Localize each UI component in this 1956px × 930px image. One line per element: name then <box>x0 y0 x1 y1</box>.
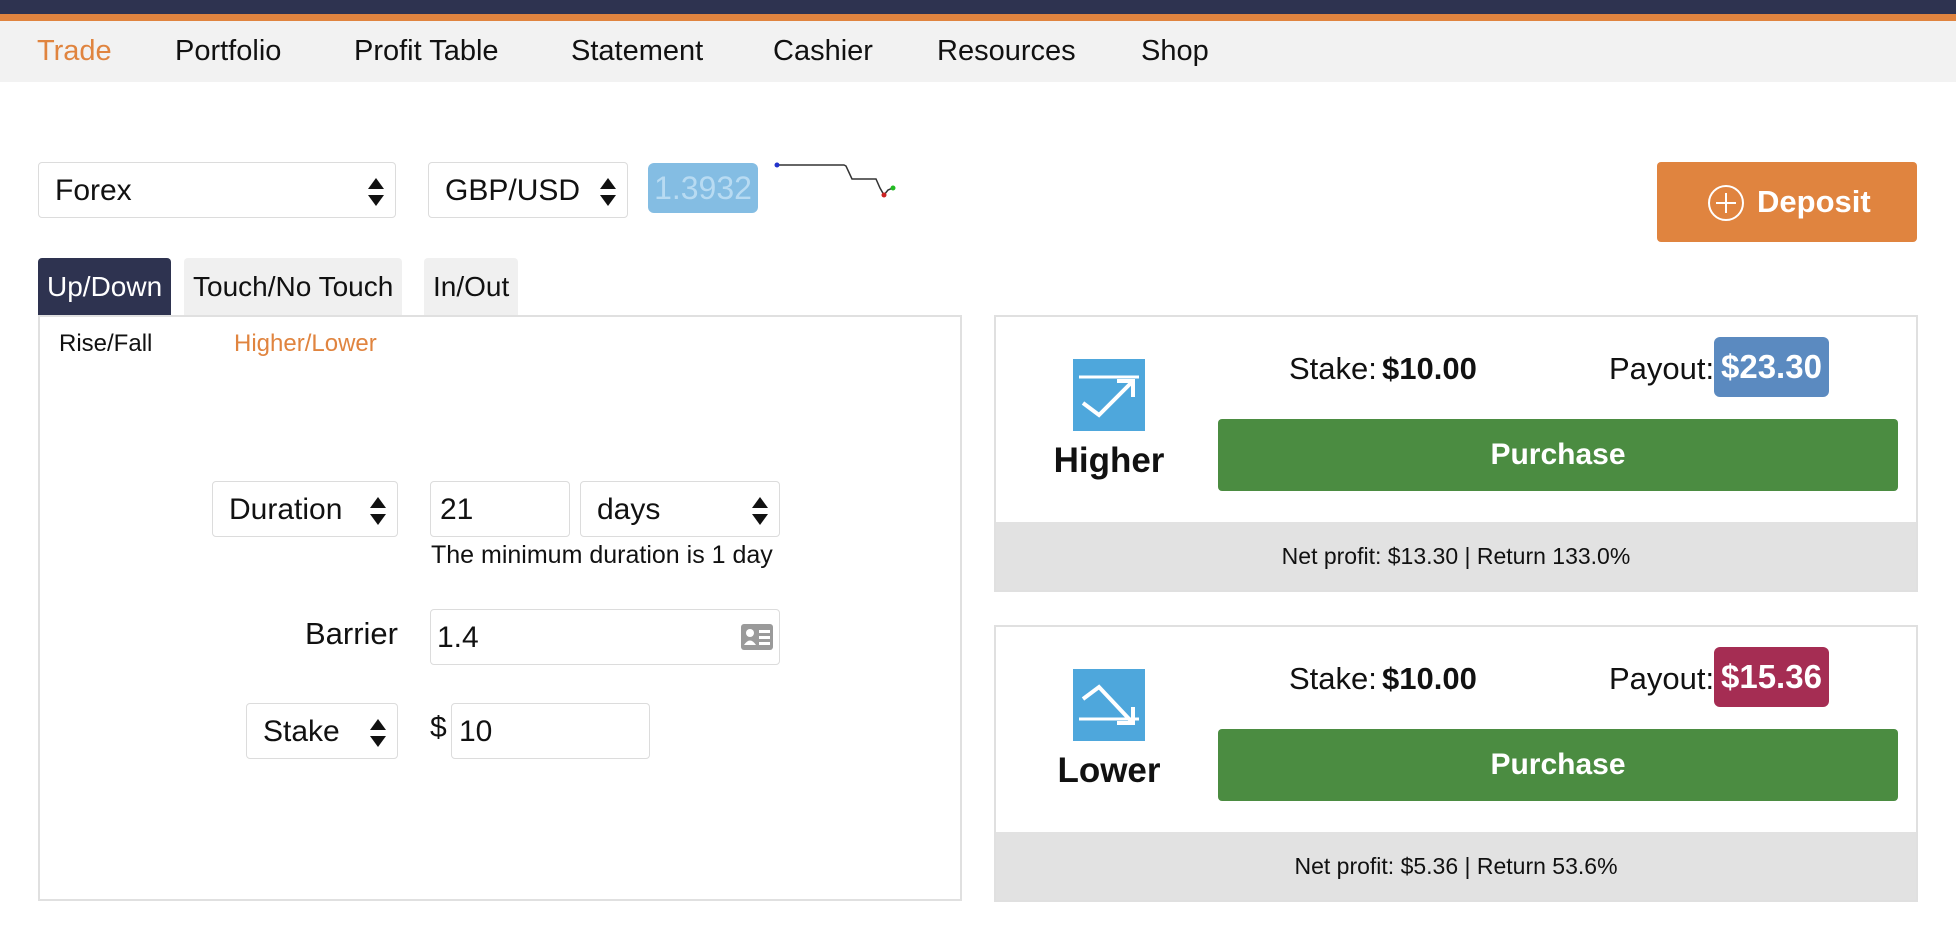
barrier-picker-icon[interactable] <box>741 624 773 658</box>
top-accent-line <box>0 14 1956 21</box>
barrier-value: 1.4 <box>437 621 479 654</box>
stake-label: Stake: <box>1289 661 1377 696</box>
contract-name: Lower <box>1057 751 1161 790</box>
purchase-lower-button[interactable]: Purchase <box>1218 729 1898 801</box>
stake-type-value: Stake <box>263 715 340 748</box>
price-sparkline <box>774 162 896 198</box>
net-profit-info: Net profit: $5.36 | Return 53.6% <box>996 832 1916 900</box>
select-arrows-icon <box>599 174 617 210</box>
duration-amount-input[interactable]: 21 <box>430 481 570 537</box>
duration-unit-value: days <box>597 493 661 526</box>
contract-card-lower: Lower Stake: $10.00 Payout: $15.36 Purch… <box>994 625 1918 902</box>
stake-label: Stake: <box>1289 351 1377 386</box>
market-category-value: Forex <box>55 174 132 207</box>
contract-card-higher: Higher Stake: $10.00 Payout: $23.30 Purc… <box>994 315 1918 592</box>
duration-type-select[interactable]: Duration <box>212 481 398 537</box>
duration-hint: The minimum duration is 1 day <box>431 541 773 569</box>
payout-amount-badge: $23.30 <box>1714 337 1829 397</box>
payout-label: Payout: <box>1609 661 1715 696</box>
select-arrows-icon <box>369 715 387 751</box>
nav-shop[interactable]: Shop <box>1141 35 1209 68</box>
plus-circle-icon <box>1707 184 1745 222</box>
tab-up-down[interactable]: Up/Down <box>38 258 172 316</box>
nav-trade[interactable]: Trade <box>37 35 112 68</box>
barrier-label: Barrier <box>304 616 398 651</box>
nav-portfolio[interactable]: Portfolio <box>175 35 281 68</box>
payout-label: Payout: <box>1609 351 1715 386</box>
nav-cashier[interactable]: Cashier <box>773 35 873 68</box>
deposit-button[interactable]: Deposit <box>1657 162 1917 242</box>
duration-unit-select[interactable]: days <box>580 481 780 537</box>
tab-touch-no-touch[interactable]: Touch/No Touch <box>184 258 403 316</box>
payout-amount-badge: $15.36 <box>1714 647 1829 707</box>
stake-amount: $10.00 <box>1382 661 1477 696</box>
purchase-higher-button[interactable]: Purchase <box>1218 419 1898 491</box>
tab-in-out[interactable]: In/Out <box>424 258 519 316</box>
select-arrows-icon <box>367 174 385 210</box>
subtab-rise-fall[interactable]: Rise/Fall <box>59 330 152 358</box>
spot-price-badge: 1.3932 <box>648 163 758 213</box>
trend-down-icon <box>1073 669 1145 741</box>
barrier-input[interactable]: 1.4 <box>430 609 780 665</box>
nav-profit-table[interactable]: Profit Table <box>354 35 499 68</box>
currency-symbol: $ <box>430 711 447 744</box>
nav-statement[interactable]: Statement <box>571 35 703 68</box>
select-arrows-icon <box>369 493 387 529</box>
contract-name: Higher <box>1053 441 1165 480</box>
trade-form-panel <box>38 315 962 901</box>
stake-amount: $10.00 <box>1382 351 1477 386</box>
select-arrows-icon <box>751 493 769 529</box>
stake-amount-input[interactable]: 10 <box>451 703 650 759</box>
trend-up-icon <box>1073 359 1145 431</box>
duration-type-value: Duration <box>229 493 343 526</box>
main-nav: Trade Portfolio Profit Table Statement C… <box>0 21 1956 82</box>
stake-amount-value: 10 <box>459 715 493 748</box>
duration-amount-value: 21 <box>440 493 474 526</box>
top-header-bar <box>0 0 1956 14</box>
net-profit-info: Net profit: $13.30 | Return 133.0% <box>996 522 1916 590</box>
market-symbol-value: GBP/USD <box>445 174 581 207</box>
deposit-label: Deposit <box>1757 184 1871 219</box>
subtab-higher-lower[interactable]: Higher/Lower <box>234 330 377 358</box>
stake-type-select[interactable]: Stake <box>246 703 398 759</box>
nav-resources[interactable]: Resources <box>937 35 1076 68</box>
market-symbol-select[interactable]: GBP/USD <box>428 162 628 218</box>
market-category-select[interactable]: Forex <box>38 162 396 218</box>
